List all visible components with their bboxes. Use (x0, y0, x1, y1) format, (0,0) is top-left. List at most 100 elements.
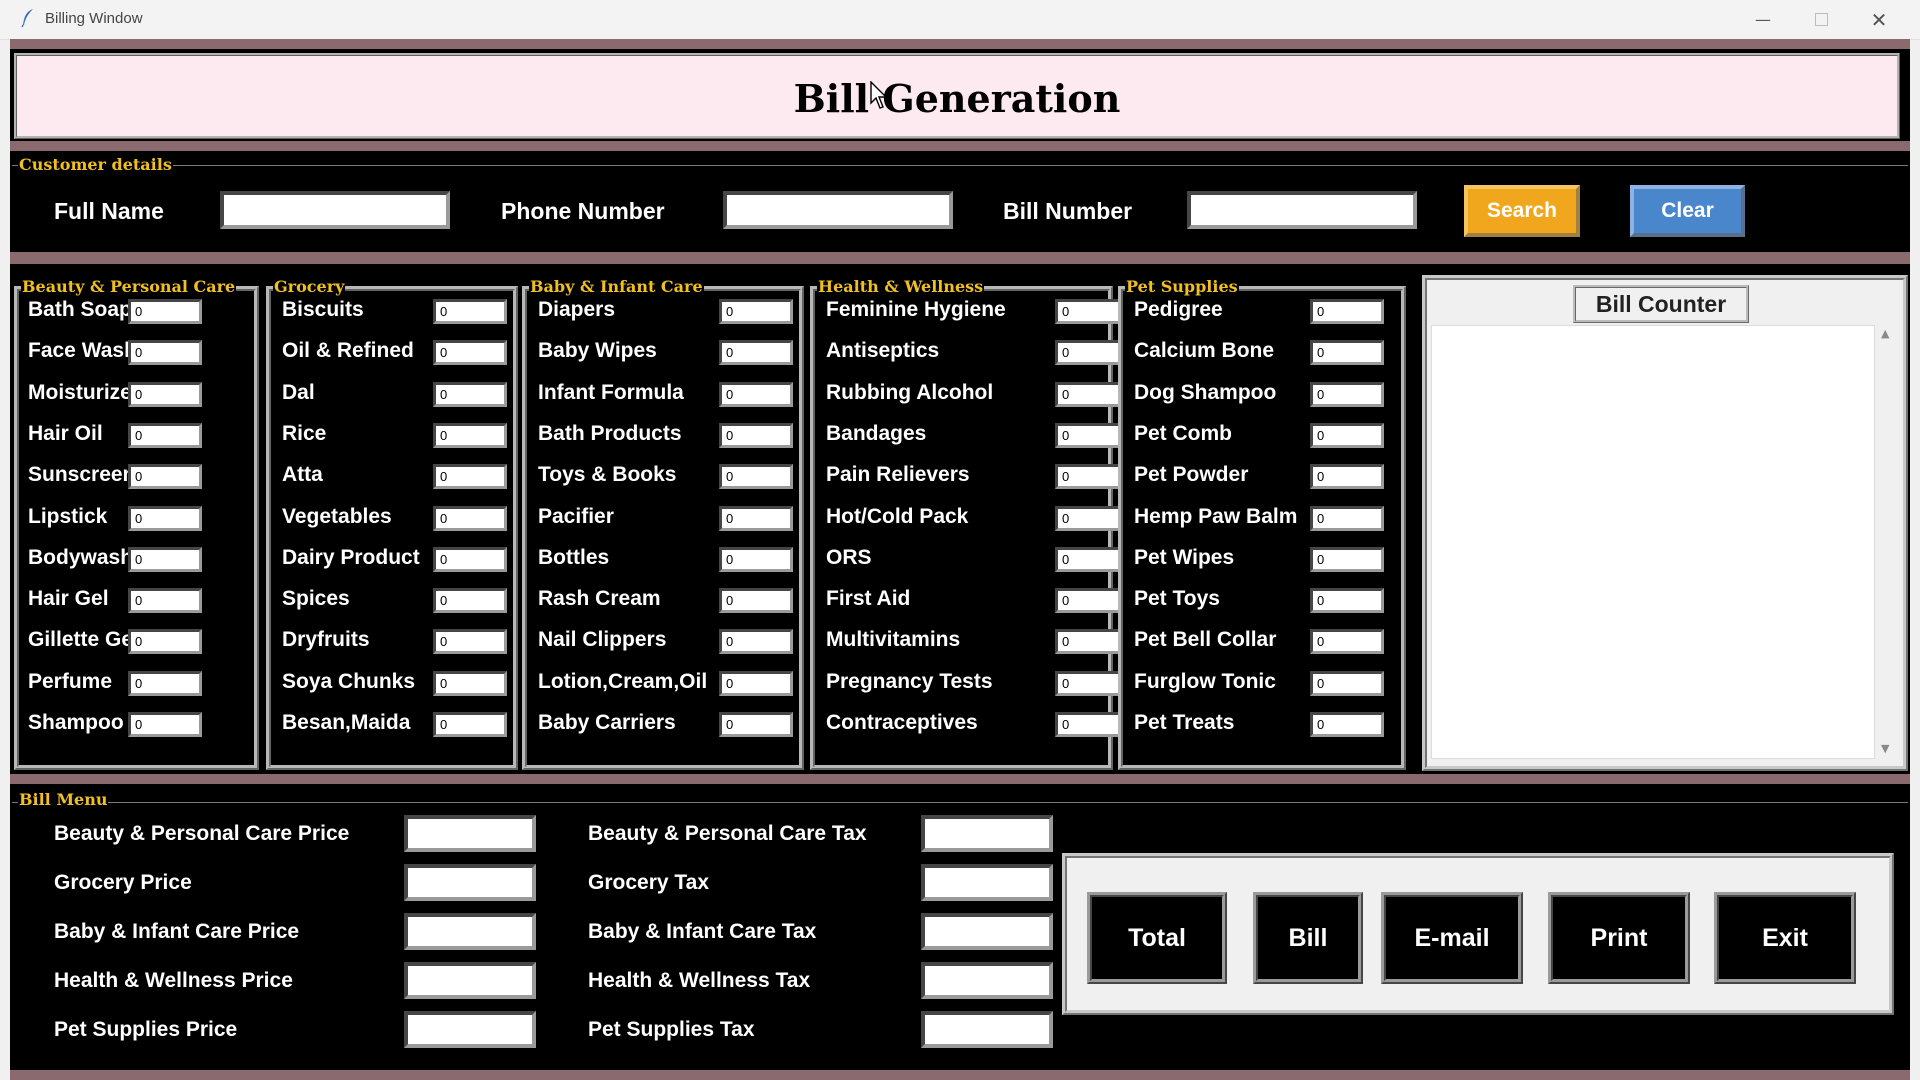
item-quantity-input[interactable] (1310, 505, 1384, 531)
item-label: Calcium Bone (1134, 339, 1275, 363)
bill-button[interactable]: Bill (1253, 892, 1363, 984)
item-quantity-input[interactable] (433, 629, 507, 655)
full-name-input[interactable] (220, 191, 450, 229)
price-input[interactable] (404, 1011, 536, 1048)
item-quantity-input[interactable] (433, 670, 507, 696)
item-label: Atta (282, 463, 323, 487)
item-label: Pet Comb (1134, 421, 1233, 445)
price-input[interactable] (404, 864, 536, 901)
item-quantity-input[interactable] (719, 381, 793, 407)
item-quantity-input[interactable] (433, 299, 507, 324)
item-label: Feminine Hygiene (826, 298, 1006, 321)
full-name-label: Full Name (54, 198, 164, 224)
bill-number-input[interactable] (1187, 191, 1417, 229)
item-quantity-input[interactable] (128, 422, 202, 448)
category-frame: Pet Supplies Pedigree Calcium Bone Dog Sham… (1118, 278, 1406, 770)
maximize-button[interactable] (1792, 0, 1850, 39)
tax-input[interactable] (921, 1011, 1053, 1048)
item-quantity-input[interactable] (128, 588, 202, 614)
item-label: Dairy Product (282, 545, 420, 569)
maximize-icon (1814, 13, 1828, 26)
item-label: Sunscreen (28, 463, 136, 487)
close-button[interactable]: ✕ (1850, 0, 1908, 39)
exit-button[interactable]: Exit (1714, 892, 1856, 984)
item-quantity-input[interactable] (1310, 670, 1384, 696)
item-quantity-input[interactable] (1310, 299, 1384, 324)
item-quantity-input[interactable] (128, 629, 202, 655)
item-quantity-input[interactable] (433, 422, 507, 448)
category-legend: Pet Supplies (1125, 277, 1239, 296)
search-button[interactable]: Search (1464, 185, 1580, 237)
item-label: Moisturizer (28, 380, 141, 404)
item-quantity-input[interactable] (1310, 340, 1384, 366)
category-legend: Grocery (273, 277, 346, 296)
item-quantity-input[interactable] (719, 629, 793, 655)
item-quantity-input[interactable] (433, 588, 507, 614)
item-quantity-input[interactable] (1310, 588, 1384, 614)
item-quantity-input[interactable] (128, 464, 202, 490)
item-label: Dryfruits (282, 628, 370, 652)
item-quantity-input[interactable] (719, 670, 793, 696)
item-quantity-input[interactable] (128, 670, 202, 696)
price-input[interactable] (404, 962, 536, 999)
tax-input[interactable] (921, 962, 1053, 999)
item-quantity-input[interactable] (433, 712, 507, 737)
bill-text-area[interactable] (1431, 325, 1875, 759)
item-quantity-input[interactable] (433, 381, 507, 407)
bill-scrollbar[interactable]: ▲ ▼ (1877, 325, 1899, 757)
item-label: Gillette Gel (28, 628, 139, 652)
item-quantity-input[interactable] (128, 712, 202, 737)
item-quantity-input[interactable] (433, 464, 507, 490)
item-quantity-input[interactable] (128, 340, 202, 366)
item-label: Pregnancy Tests (826, 669, 993, 693)
item-quantity-input[interactable] (719, 299, 793, 324)
item-quantity-input[interactable] (1310, 712, 1384, 737)
item-label: Pet Wipes (1134, 545, 1235, 569)
price-input[interactable] (404, 913, 536, 950)
tax-input[interactable] (921, 913, 1053, 950)
category-frame: Baby & Infant Care Diapers Baby Wipes Infan… (522, 278, 804, 770)
item-quantity-input[interactable] (719, 712, 793, 737)
scroll-down-icon[interactable]: ▼ (1881, 742, 1889, 755)
item-quantity-input[interactable] (719, 340, 793, 366)
item-quantity-input[interactable] (128, 546, 202, 572)
item-label: Infant Formula (538, 380, 684, 404)
item-quantity-input[interactable] (719, 546, 793, 572)
minimize-button[interactable]: — (1734, 0, 1792, 39)
item-quantity-input[interactable] (719, 464, 793, 490)
item-quantity-input[interactable] (433, 340, 507, 366)
item-label: Bath Products (538, 421, 682, 445)
item-quantity-input[interactable] (1310, 464, 1384, 490)
item-quantity-input[interactable] (719, 588, 793, 614)
tax-label: Grocery Tax (588, 871, 710, 894)
print-button[interactable]: Print (1548, 892, 1690, 984)
item-quantity-input[interactable] (1310, 546, 1384, 572)
item-label: Rice (282, 421, 327, 445)
tax-input[interactable] (921, 864, 1053, 901)
item-quantity-input[interactable] (1310, 422, 1384, 448)
minimize-icon: — (1755, 10, 1771, 29)
price-label: Pet Supplies Price (54, 1018, 238, 1041)
total-button[interactable]: Total (1087, 892, 1227, 984)
item-quantity-input[interactable] (128, 299, 202, 324)
item-quantity-input[interactable] (1310, 381, 1384, 407)
scroll-up-icon[interactable]: ▲ (1881, 327, 1889, 340)
customer-frame-line (12, 165, 1908, 166)
phone-number-input[interactable] (723, 191, 953, 229)
item-quantity-input[interactable] (719, 422, 793, 448)
item-quantity-input[interactable] (433, 546, 507, 572)
email-button[interactable]: E-mail (1381, 892, 1523, 984)
item-quantity-input[interactable] (1310, 629, 1384, 655)
item-quantity-input[interactable] (128, 505, 202, 531)
bill-counter-title: Bill Counter (1573, 285, 1749, 323)
category-frame: Grocery Biscuits Oil & Refined Dal Rice Atta V… (266, 278, 518, 770)
item-label: Hemp Paw Balm (1134, 504, 1298, 528)
price-input[interactable] (404, 815, 536, 852)
tax-input[interactable] (921, 815, 1053, 852)
item-quantity-input[interactable] (719, 505, 793, 531)
item-quantity-input[interactable] (433, 505, 507, 531)
tax-label: Pet Supplies Tax (588, 1018, 755, 1041)
item-quantity-input[interactable] (128, 381, 202, 407)
clear-button[interactable]: Clear (1630, 185, 1745, 237)
item-label: Hair Oil (28, 421, 103, 445)
